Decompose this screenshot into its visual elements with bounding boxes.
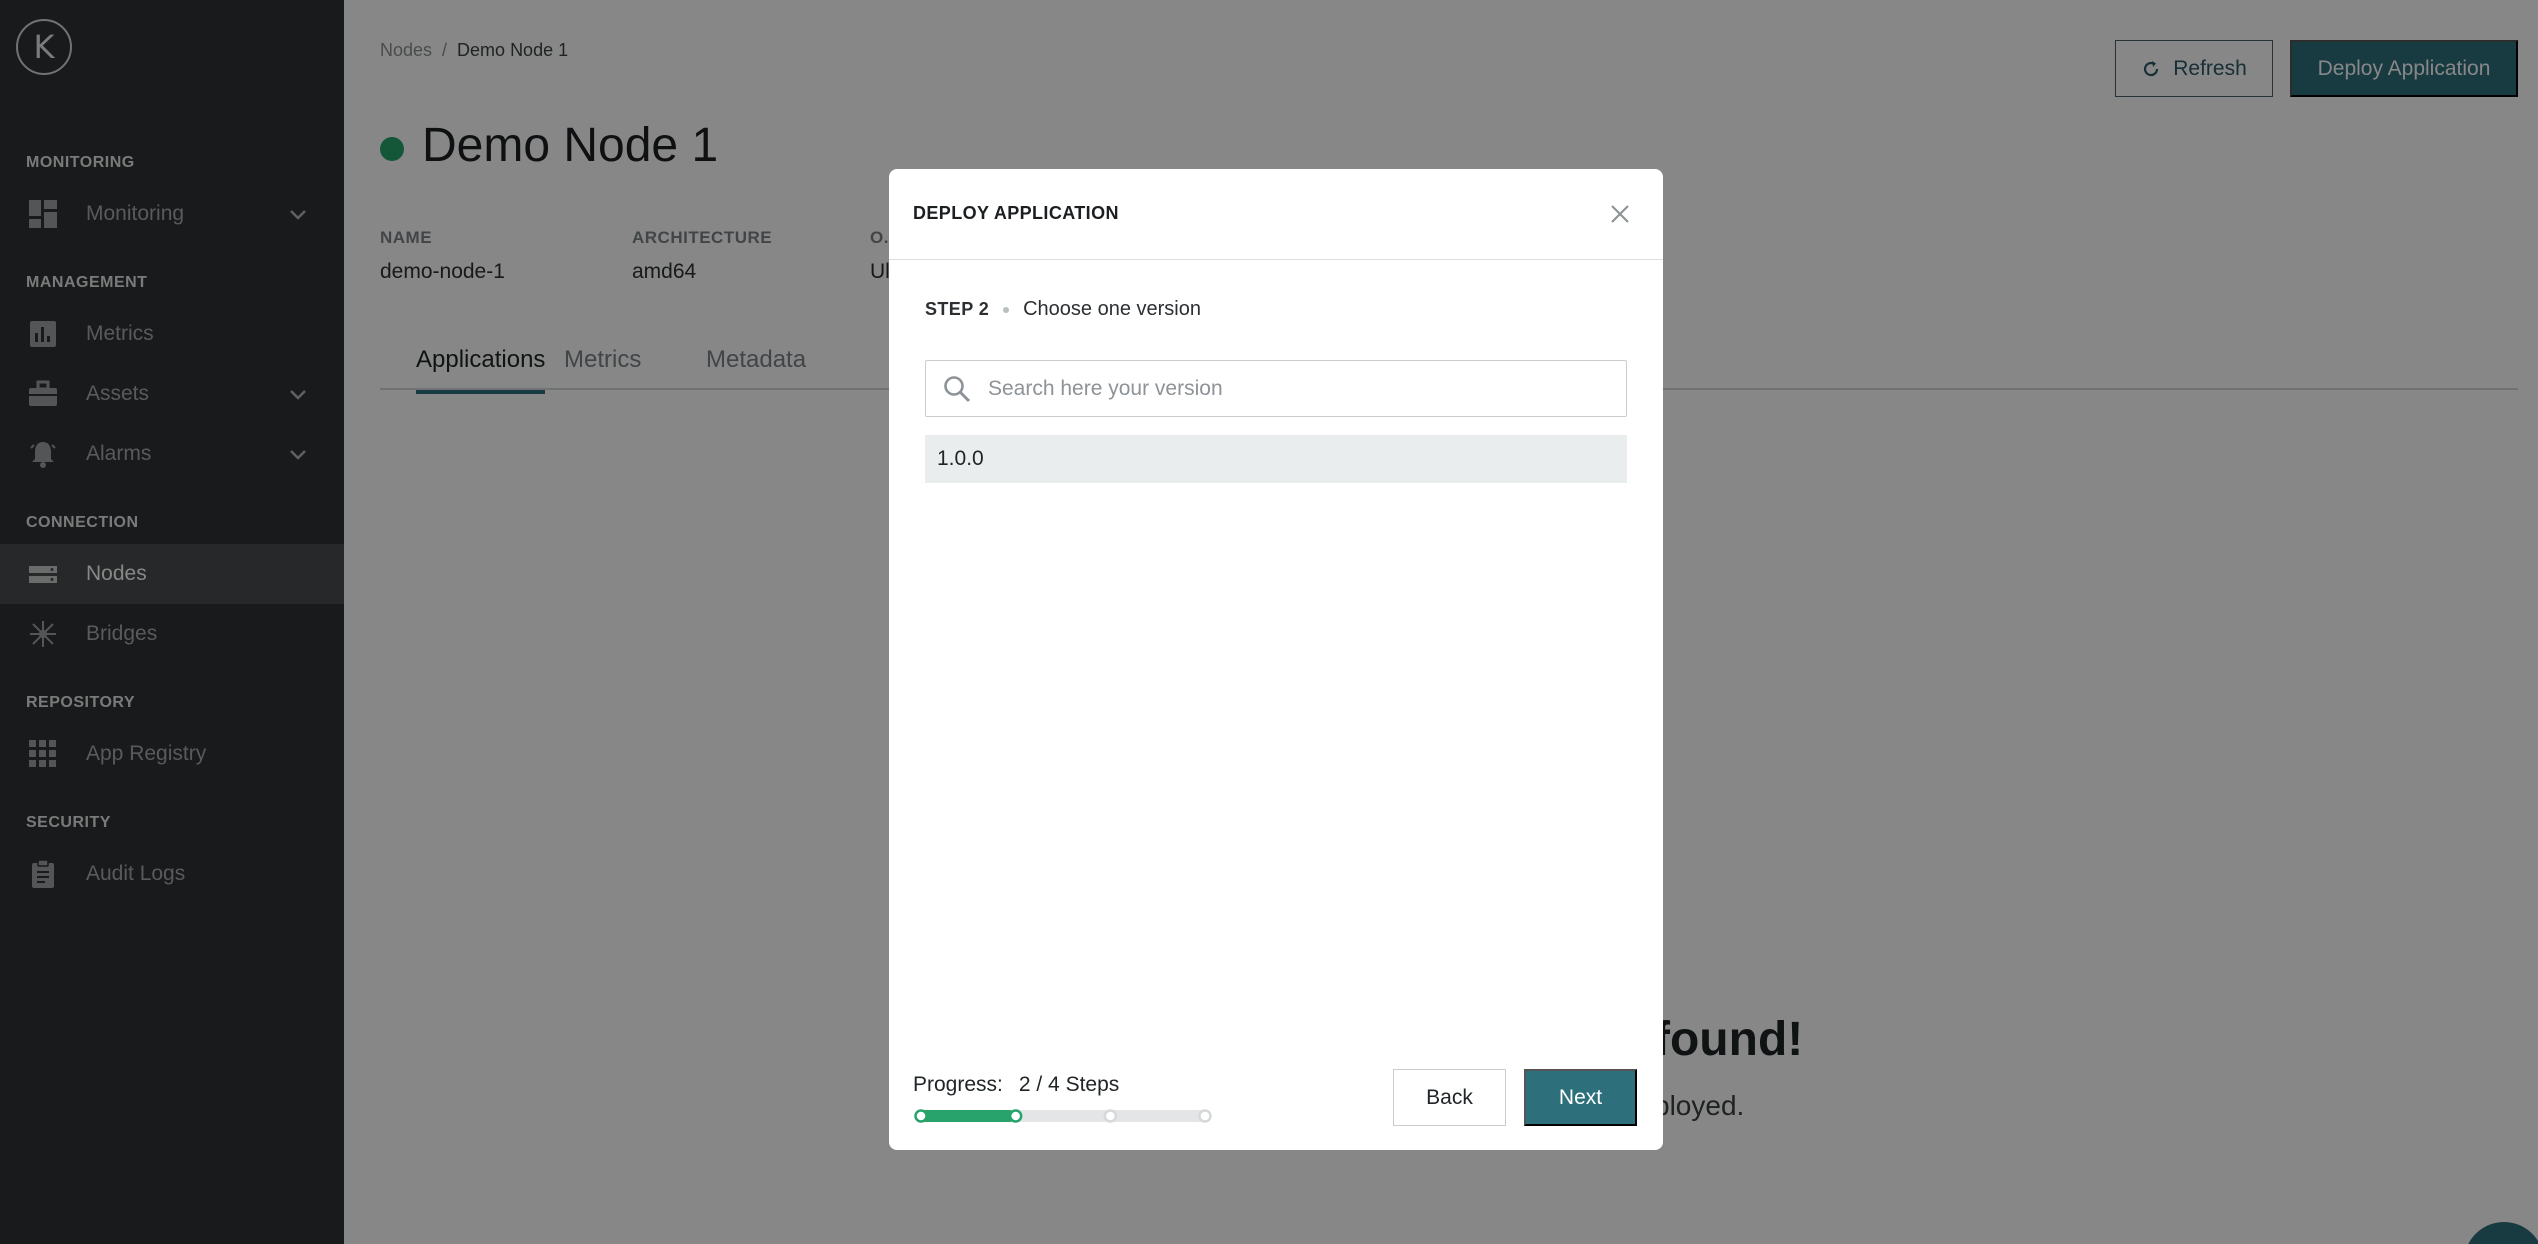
search-icon — [944, 376, 971, 403]
version-search-input[interactable] — [988, 361, 1608, 416]
progress-step-marker — [1198, 1109, 1212, 1123]
deploy-application-modal: DEPLOY APPLICATION STEP 2 Choose one ver… — [889, 169, 1663, 1150]
progress-fill — [915, 1110, 1016, 1122]
step-indicator: STEP 2 Choose one version — [925, 298, 1201, 321]
progress-label: Progress: 2 / 4 Steps — [913, 1073, 1119, 1097]
progress-title: Progress: — [913, 1073, 1003, 1096]
back-button[interactable]: Back — [1393, 1069, 1506, 1126]
step-number: STEP 2 — [925, 299, 990, 319]
next-button[interactable]: Next — [1524, 1069, 1637, 1126]
progress-step-marker — [914, 1109, 928, 1123]
modal-header: DEPLOY APPLICATION — [889, 169, 1663, 260]
step-description: Choose one version — [1023, 298, 1201, 320]
modal-title: DEPLOY APPLICATION — [913, 203, 1119, 223]
close-icon[interactable] — [1605, 199, 1635, 229]
version-search — [925, 360, 1627, 417]
progress-step-marker — [1008, 1109, 1023, 1123]
version-list-item[interactable]: 1.0.0 — [925, 435, 1627, 483]
progress-step-marker — [1103, 1109, 1118, 1123]
step-separator-dot — [1003, 306, 1010, 313]
progress-steps-text: 2 / 4 Steps — [1018, 1073, 1120, 1096]
progress-bar — [914, 1109, 1212, 1123]
